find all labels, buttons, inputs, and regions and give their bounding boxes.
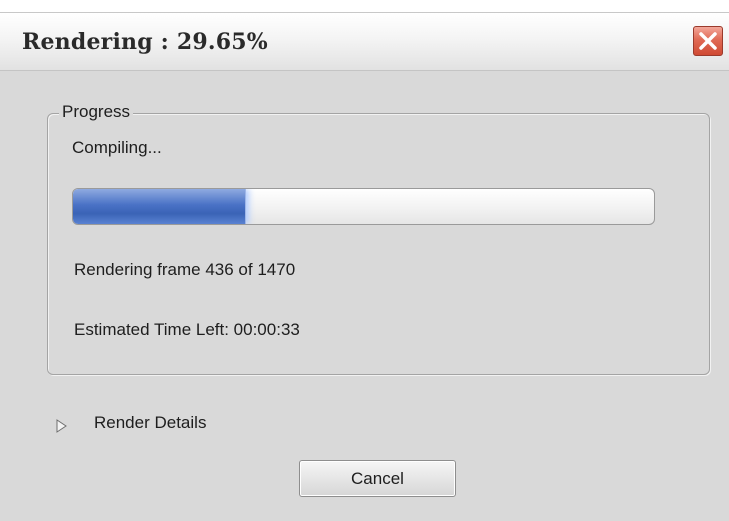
progress-bar xyxy=(72,188,655,225)
status-text: Compiling... xyxy=(72,138,162,157)
close-button[interactable] xyxy=(693,26,723,56)
cancel-button[interactable]: Cancel xyxy=(299,460,456,497)
progress-bar-fill xyxy=(73,189,247,224)
render-dialog: Rendering : 29.65% Progress Compiling...… xyxy=(0,12,729,521)
progress-group-label: Progress xyxy=(59,102,134,122)
estimated-time-text: Estimated Time Left: 00:00:33 xyxy=(74,320,300,339)
frame-counter-text: Rendering frame 436 of 1470 xyxy=(74,260,296,279)
render-details-toggle[interactable]: Render Details xyxy=(94,413,206,433)
triangle-right-icon[interactable] xyxy=(54,418,68,433)
title-bar[interactable]: Rendering : 29.65% xyxy=(0,13,729,71)
close-icon xyxy=(694,27,722,55)
window-title: Rendering : 29.65% xyxy=(22,29,268,55)
